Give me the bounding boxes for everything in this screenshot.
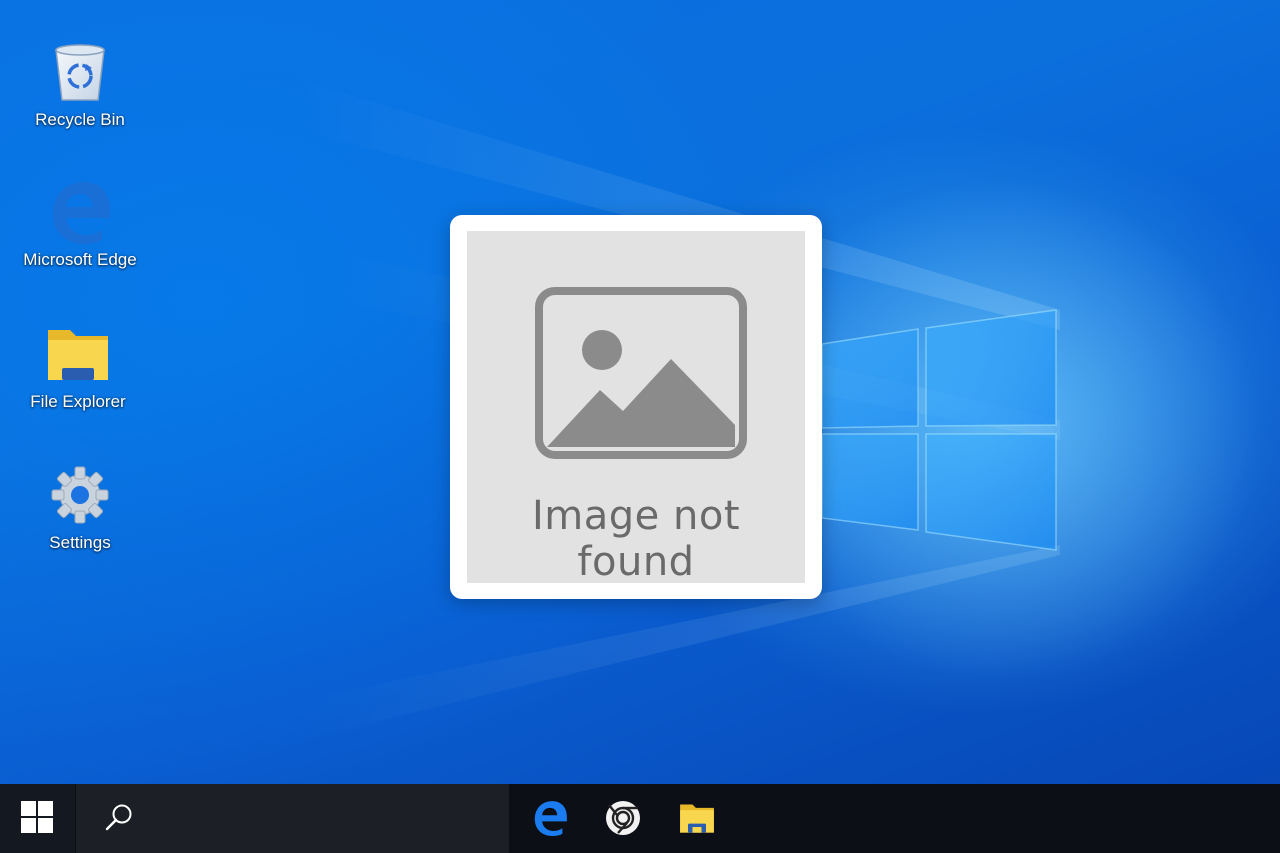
search-icon [105,804,132,831]
taskbar-app-file-explorer[interactable] [660,784,734,853]
desktop[interactable]: Recycle Bin Microsoft Edge File Explorer [0,0,1280,784]
desktop-icon-label: File Explorer [30,392,126,411]
placeholder-caption: Image not found [532,493,740,585]
taskbar-app-edge[interactable] [513,784,587,853]
desktop-icon-label: Settings [49,533,111,552]
desktop-icon-recycle-bin[interactable]: Recycle Bin [15,40,145,130]
folder-icon [48,330,108,380]
desktop-icon-label: Microsoft Edge [23,250,137,269]
start-button[interactable] [0,784,75,853]
taskbar-search-box[interactable] [76,784,509,853]
image-icon [535,287,747,459]
desktop-icon-settings[interactable]: Settings [15,463,145,553]
folder-icon [680,804,714,833]
desktop-icon-microsoft-edge[interactable]: Microsoft Edge [15,180,145,270]
search-input[interactable] [146,804,490,836]
placeholder-frame: Image not found [467,231,805,585]
gear-icon [51,466,109,524]
desktop-icon-label: Recycle Bin [35,110,125,129]
chrome-icon [606,801,640,835]
taskbar [0,784,1280,853]
image-not-found-placeholder: Image not found [450,215,822,599]
edge-icon [534,801,567,836]
recycle-bin-icon [55,44,105,101]
desktop-icon-file-explorer[interactable]: File Explorer [13,322,143,412]
taskbar-app-chrome[interactable] [586,784,660,853]
windows-logo-icon [21,801,53,833]
edge-icon [53,182,110,244]
